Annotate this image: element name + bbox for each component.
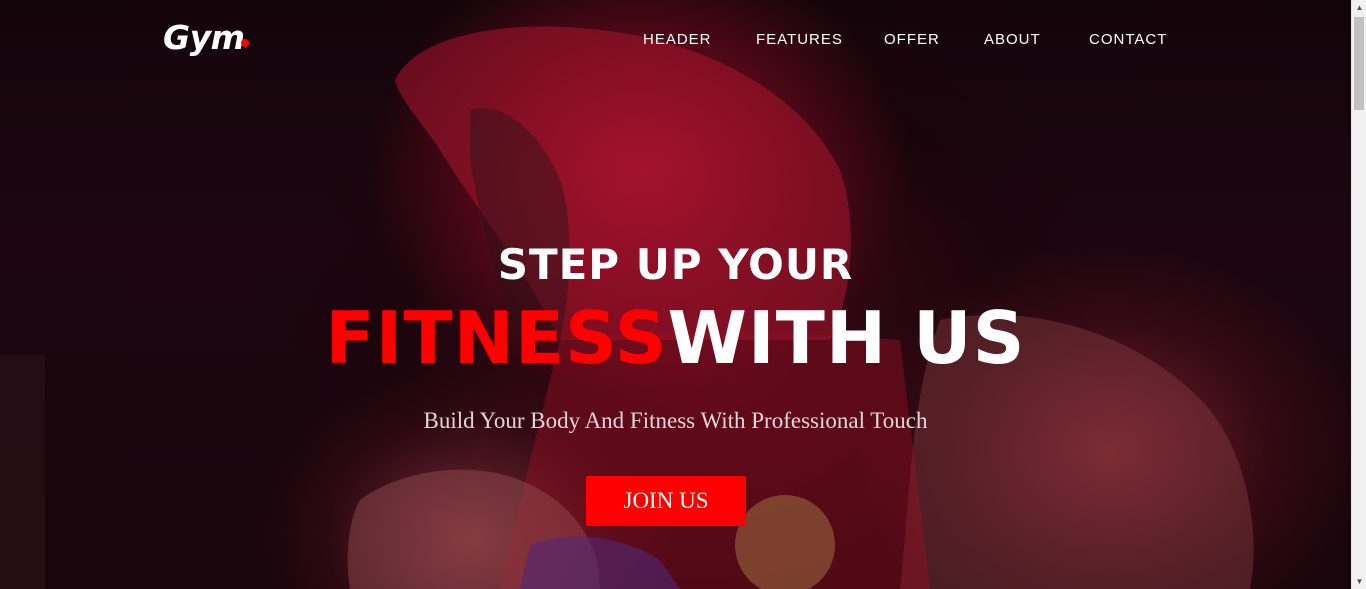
nav-item-about[interactable]: ABOUT [984,31,1041,48]
page-scrollbar[interactable]: ▲ ▼ [1351,0,1366,589]
join-us-button[interactable]: JOIN US [586,476,746,526]
landing-page: Gym HEADER FEATURES OFFER ABOUT CONTACT … [0,0,1366,589]
nav-item-header[interactable]: HEADER [643,31,712,48]
hero-headline-accent: FITNESS [325,296,668,380]
hero-headline-line1: STEP UP YOUR [497,240,854,289]
hero-tagline: Build Your Body And Fitness With Profess… [423,408,928,433]
hero-headline-line2: FITNESSWITH US [0,296,1351,380]
logo-dot-icon [241,39,249,47]
scroll-thumb[interactable] [1354,17,1364,110]
nav-item-offer[interactable]: OFFER [884,31,940,48]
nav-item-features[interactable]: FEATURES [756,31,843,48]
hero-headline-rest: WITH US [667,296,1026,380]
nav-item-contact[interactable]: CONTACT [1089,31,1167,48]
arrow-up-icon[interactable]: ▲ [1352,0,1366,15]
arrow-down-icon[interactable]: ▼ [1352,574,1366,589]
gym-logo[interactable]: Gym [163,18,245,57]
